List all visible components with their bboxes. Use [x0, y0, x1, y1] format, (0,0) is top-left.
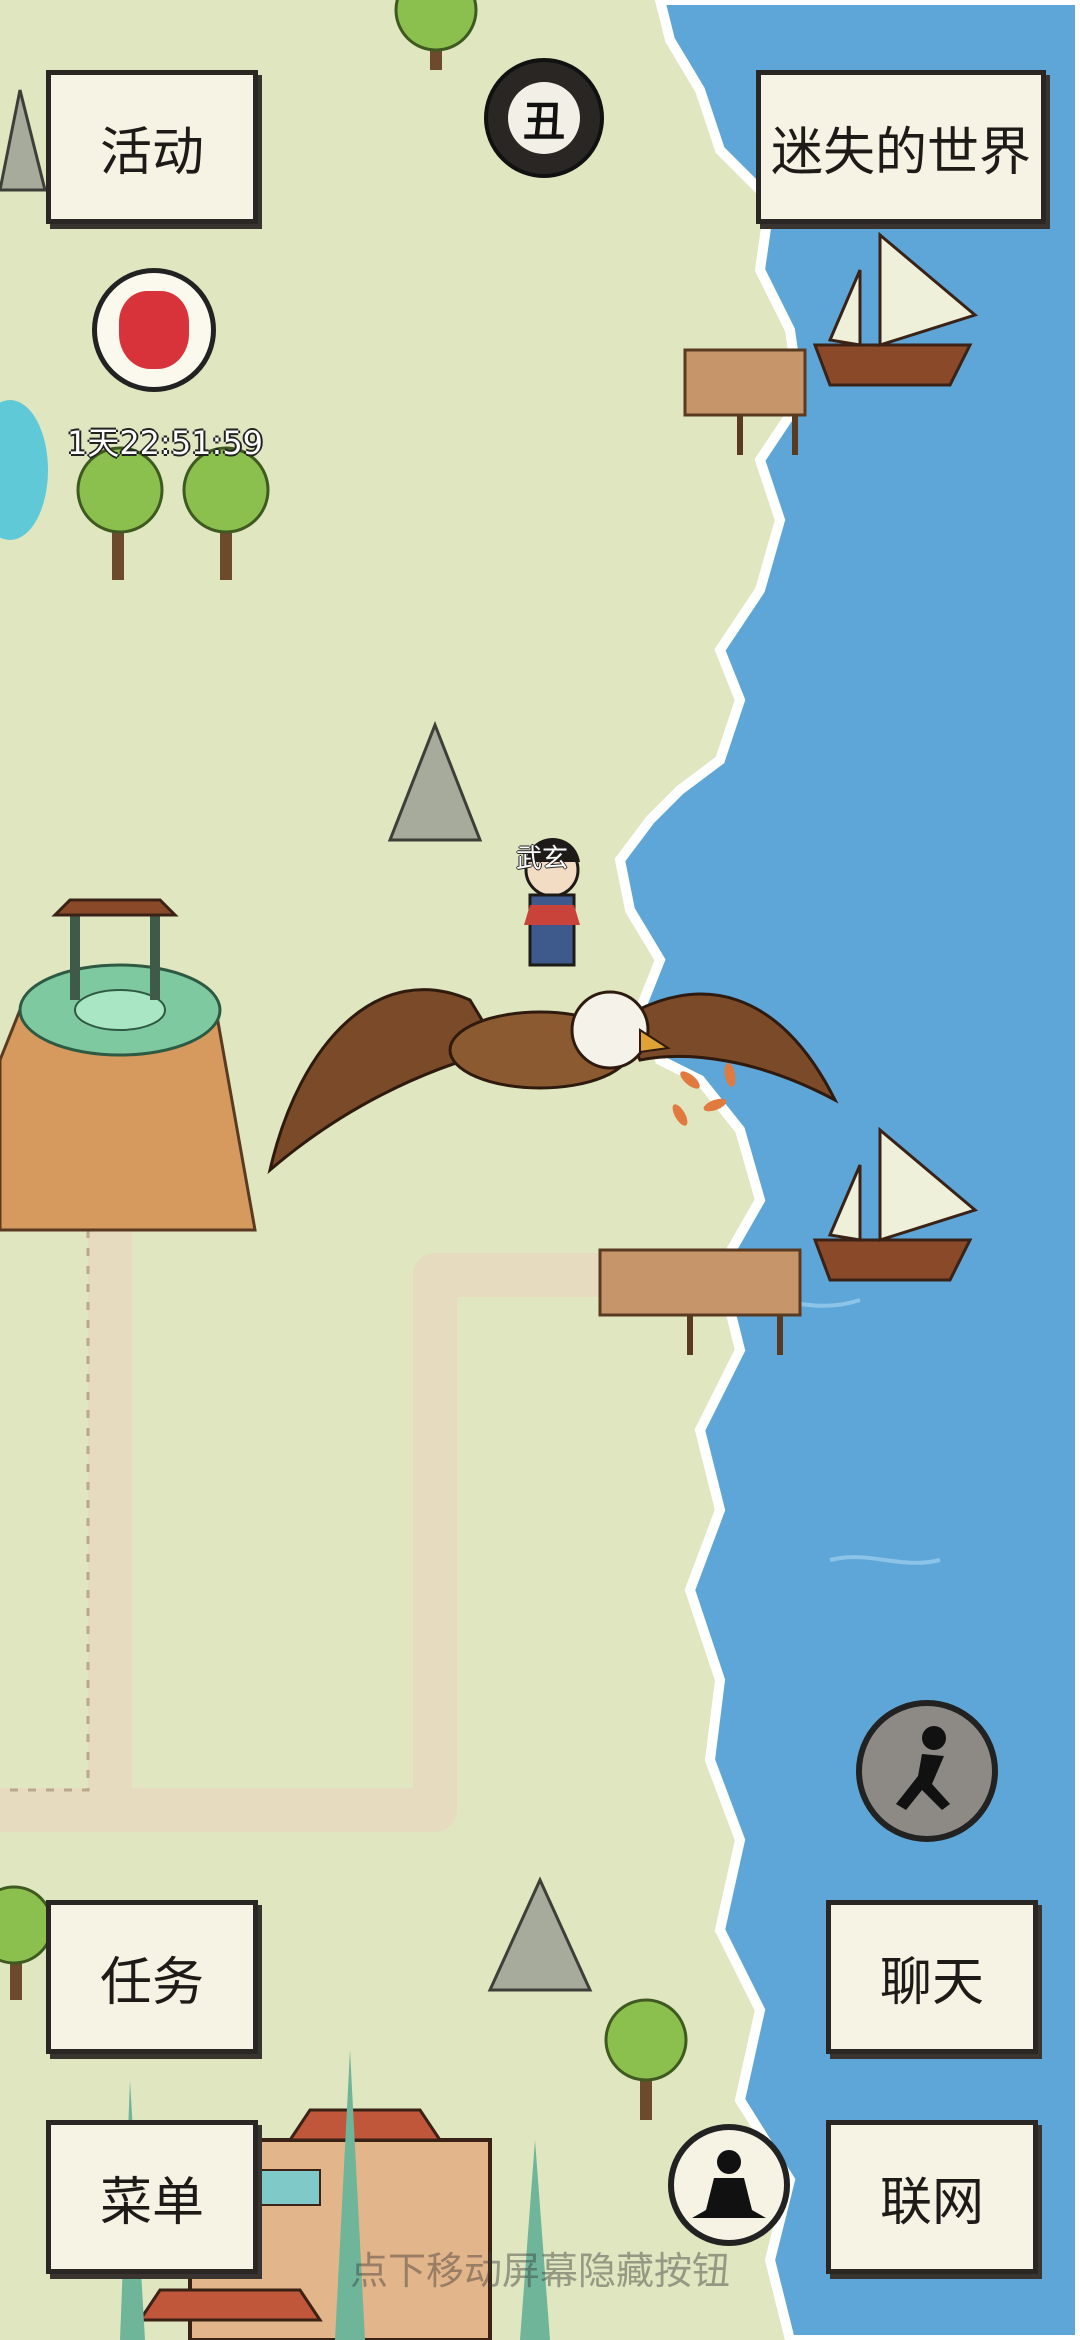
day-badge-label: 丑	[508, 82, 580, 154]
hide-buttons-hint: 点下移动屏幕隐藏按钮	[350, 2249, 731, 2293]
lost-world-button[interactable]: 迷失的世界	[756, 70, 1046, 224]
moon-phase-icon[interactable]: 丑	[484, 58, 604, 178]
activity-button[interactable]: 活动	[46, 70, 258, 224]
running-man-icon[interactable]	[856, 1700, 998, 1842]
event-timer: 1天22:51:59	[66, 424, 264, 462]
menu-button[interactable]: 菜单	[46, 2120, 258, 2274]
chat-button[interactable]: 聊天	[826, 1900, 1038, 2054]
player-name: 武玄	[516, 844, 569, 874]
task-button[interactable]: 任务	[46, 1900, 258, 2054]
meditation-icon[interactable]	[668, 2124, 790, 2246]
red-pouch-icon[interactable]	[92, 268, 216, 392]
online-button[interactable]: 联网	[826, 2120, 1038, 2274]
